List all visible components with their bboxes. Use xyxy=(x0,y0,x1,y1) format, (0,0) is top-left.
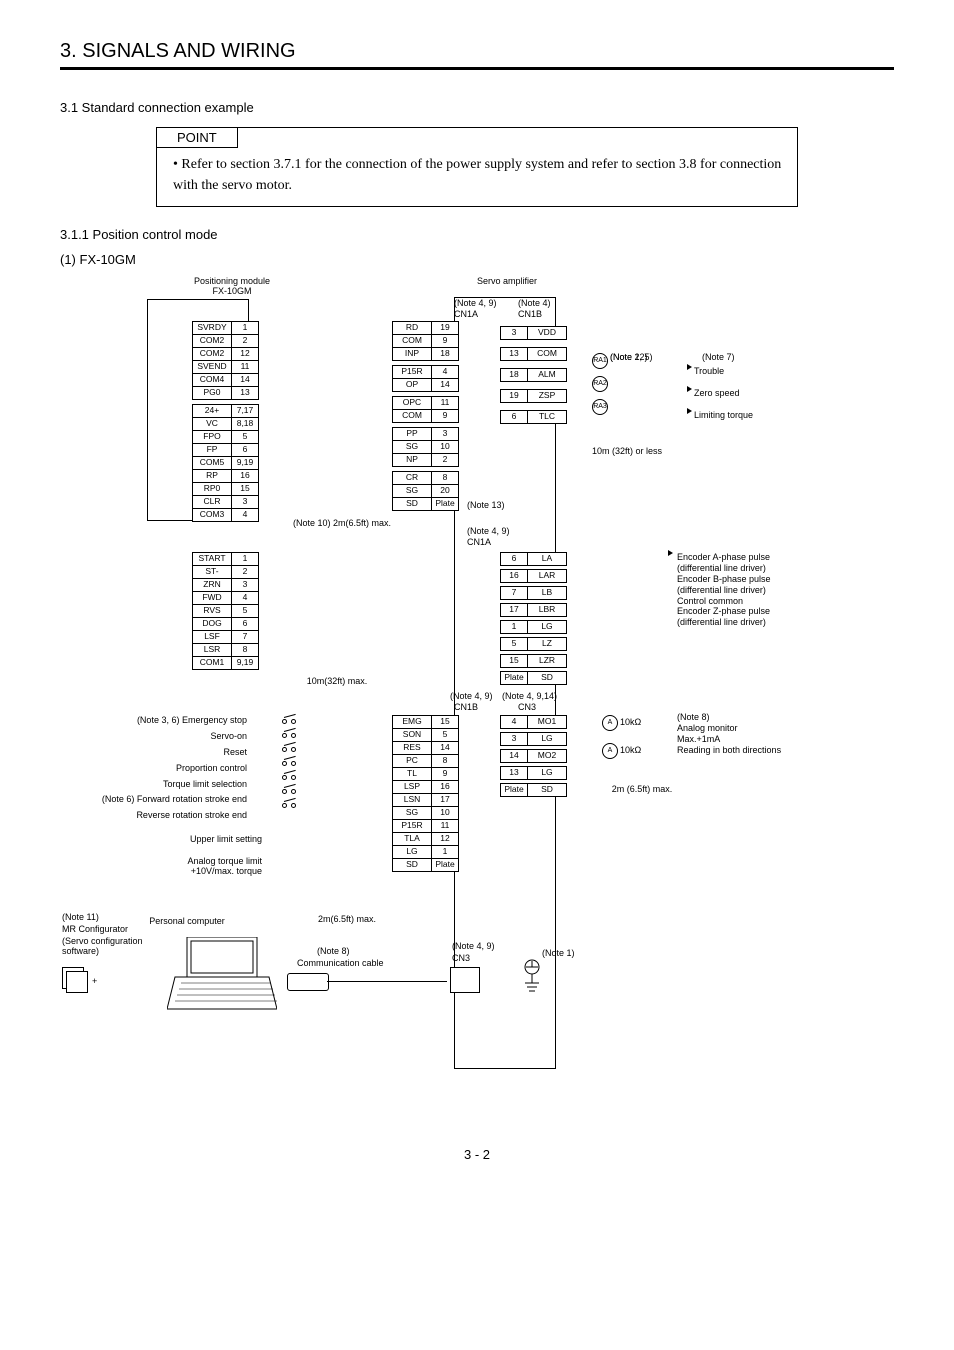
upper-limit-label: Upper limit setting xyxy=(152,835,262,845)
ground-icon xyxy=(522,959,552,1002)
fwd-end-label: (Note 6) Forward rotation stroke end xyxy=(62,795,247,805)
enc-a-label: Encoder A-phase pulse xyxy=(677,553,771,563)
servo-conf-label: (Servo configuration software) xyxy=(62,937,182,957)
relay-ra1: RA1 xyxy=(592,353,608,369)
rev-end-label: Reverse rotation stroke end xyxy=(62,811,247,821)
point-text: Refer to section 3.7.1 for the connectio… xyxy=(173,157,781,193)
note-4-9-14: (Note 4, 9,14) xyxy=(502,692,557,702)
fx10gm-pin-table: SVRDY1COM22COM212SVEND11COM414PG01324+7,… xyxy=(192,321,259,522)
relay-ra2: RA2 xyxy=(592,376,608,392)
note-1: (Note 1) xyxy=(542,949,575,959)
cable-length-top: 10m (32ft) or less xyxy=(562,447,692,457)
laptop-icon xyxy=(167,937,277,1017)
ten-meter-label: 10m(32ft) max. xyxy=(277,677,397,687)
two-m-label: 2m (6.5ft) max. xyxy=(582,785,702,795)
point-body: • Refer to section 3.7.1 for the connect… xyxy=(157,128,797,206)
note-11: (Note 11) xyxy=(62,913,99,923)
section-heading: 3.1 Standard connection example xyxy=(60,100,894,115)
note-4-9-a: (Note 4, 9) xyxy=(454,299,497,309)
ohm-1: 10kΩ xyxy=(620,718,641,728)
cn1a-top-table: RD19COM9INP18P15R4OP14OPC11COM9PP3SG10NP… xyxy=(392,321,459,511)
ctrl-common-label: Control common xyxy=(677,597,771,607)
cn3-connector xyxy=(450,967,480,993)
note-4-9-d: (Note 4, 9) xyxy=(452,942,495,952)
limiting-torque-label: Limiting torque xyxy=(694,411,753,421)
enc-b-label: Encoder B-phase pulse xyxy=(677,575,771,585)
ohm-2: 10kΩ xyxy=(620,746,641,756)
reset-label: Reset xyxy=(62,748,247,758)
read-both-label: Reading in both directions xyxy=(677,746,781,756)
plus: + xyxy=(92,977,97,987)
note-8: (Note 8) xyxy=(677,713,781,723)
cn1a-label: CN1A xyxy=(454,310,478,320)
cable-connector-icon xyxy=(287,973,329,991)
cn3-label: CN3 xyxy=(518,703,536,713)
cn1b-label-2: CN1B xyxy=(454,703,478,713)
tlsel-label: Torque limit selection xyxy=(62,780,247,790)
chapter-rule xyxy=(60,67,894,70)
emg-label: (Note 3, 6) Emergency stop xyxy=(62,716,247,726)
device-heading: (1) FX-10GM xyxy=(60,252,894,267)
enc-z-label: Encoder Z-phase pulse xyxy=(677,607,771,617)
servo-amplifier-label: Servo amplifier xyxy=(457,277,557,287)
note-2-5: (Note 2, 5) xyxy=(610,353,653,363)
note-8-b: (Note 8) xyxy=(317,947,350,957)
page-footer: 3 - 2 xyxy=(60,1147,894,1162)
point-box: POINT • Refer to section 3.7.1 for the c… xyxy=(156,127,798,207)
cn1b-bottom-table: EMG15SON5RES14PC8TL9LSP16LSN17SG10P15R11… xyxy=(392,715,459,872)
positioning-module-label: Positioning module FX-10GM xyxy=(172,277,292,297)
wiring-diagram: Positioning module FX-10GM Servo amplifi… xyxy=(62,277,892,1117)
note-7: (Note 7) xyxy=(702,353,735,363)
pc-label: Personal computer xyxy=(147,917,227,927)
two-m-label-b: 2m(6.5ft) max. xyxy=(292,915,402,925)
analog-monitor-label: Analog monitor xyxy=(677,724,781,734)
chapter-title: 3. SIGNALS AND WIRING xyxy=(60,40,894,63)
meter-a-1: A xyxy=(602,715,618,731)
cn1a-encoder-table: 6LA16LAR7LB17LBR1LG5LZ15LZRPlateSD xyxy=(500,552,567,685)
max-1ma-label: Max.+1mA xyxy=(677,735,781,745)
comm-cable-label: Communication cable xyxy=(297,959,384,969)
diff-label-3: (differential line driver) xyxy=(677,618,771,628)
note-4-9-b: (Note 4, 9) xyxy=(467,527,510,537)
disk-icon-2 xyxy=(66,971,88,993)
note-4: (Note 4) xyxy=(518,299,551,309)
analog-torque-label: Analog torque limit +10V/max. torque xyxy=(122,857,262,877)
meter-a-2: A xyxy=(602,743,618,759)
cn1b-top-table: 3VDD13COM18ALM19ZSP6TLC xyxy=(500,326,567,424)
mr-configurator-label: MR Configurator xyxy=(62,925,128,935)
point-label: POINT xyxy=(156,127,238,148)
fx10gm-input-table: START1ST-2ZRN3FWD4RVS5DOG6LSF7LSR8COM19,… xyxy=(192,552,259,670)
diff-label-2: (differential line driver) xyxy=(677,586,771,596)
cn1a-label-2: CN1A xyxy=(467,538,491,548)
note-4-9-c: (Note 4, 9) xyxy=(450,692,493,702)
cn1b-label: CN1B xyxy=(518,310,542,320)
diff-label-1: (differential line driver) xyxy=(677,564,771,574)
subsection-heading: 3.1.1 Position control mode xyxy=(60,227,894,242)
cn3-table: 4MO13LG14MO213LGPlateSD xyxy=(500,715,567,797)
zero-speed-label: Zero speed xyxy=(694,389,740,399)
trouble-label: Trouble xyxy=(694,367,724,377)
cn3-label-2: CN3 xyxy=(452,954,470,964)
servo-on-label: Servo-on xyxy=(62,732,247,742)
prop-label: Proportion control xyxy=(62,764,247,774)
note10-length: (Note 10) 2m(6.5ft) max. xyxy=(262,519,422,529)
note-13: (Note 13) xyxy=(467,501,505,511)
